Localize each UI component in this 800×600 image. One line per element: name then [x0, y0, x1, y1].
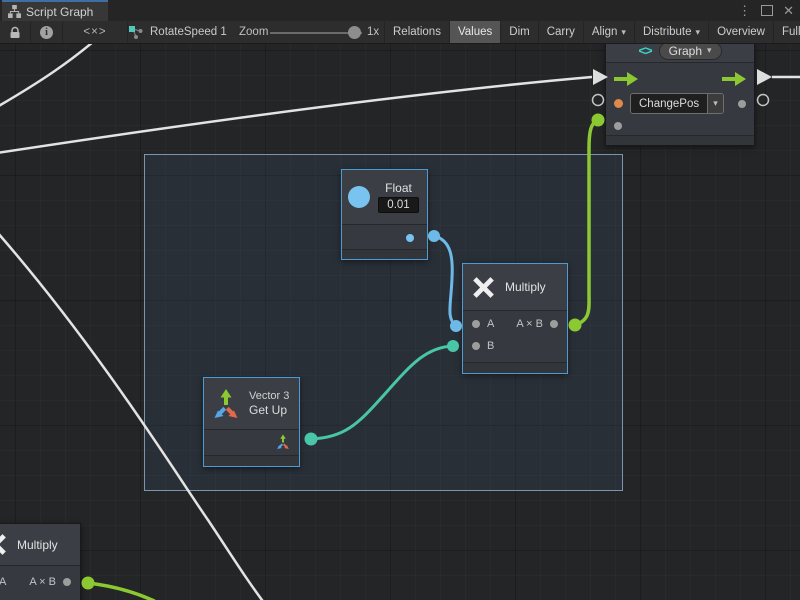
relations-button[interactable]: Relations [384, 21, 449, 43]
unity-script-graph-window: Script Graph ⋮ ✕ i <×> [0, 0, 800, 600]
wire-white-top-left [0, 44, 100, 107]
node-multiply-2[interactable]: Multiply A A × B [0, 523, 81, 600]
node-title: Multiply [17, 538, 58, 552]
port-label-axb: A × B [516, 318, 543, 330]
align-button[interactable]: Align▾ [583, 21, 634, 43]
zoom-value: 1x [367, 21, 379, 43]
node-kind-label: Vector 3 [249, 390, 289, 402]
code-preview-button[interactable]: <×> [63, 21, 128, 43]
zoom-slider-handle[interactable] [348, 26, 361, 39]
full-screen-button[interactable]: Full Screen [773, 21, 800, 43]
vector3-mini-icon[interactable] [275, 434, 291, 450]
empty-port-ring-right [758, 95, 769, 106]
multiply-output-port[interactable] [550, 320, 558, 328]
breadcrumb[interactable]: RotateSpeed 1 [128, 21, 227, 43]
tab-title: Script Graph [26, 5, 93, 19]
inspect-button[interactable]: i [31, 21, 63, 43]
info-icon: i [40, 26, 53, 39]
code-preview-icon: <×> [83, 26, 106, 38]
node-title: Float [385, 181, 412, 195]
node-title: Multiply [505, 280, 546, 294]
port-label-a: A [487, 318, 494, 330]
graph-brackets-icon: <> [638, 44, 651, 58]
chevron-down-icon: ▾ [621, 27, 626, 38]
node-graph[interactable]: <> Graph ▾ ChangePos ▾ [605, 44, 755, 146]
graph-dropdown[interactable]: Graph ▾ [659, 44, 722, 60]
node-float[interactable]: Float 0.01 [341, 169, 428, 260]
node-footer [606, 135, 754, 145]
tab-bar: Script Graph ⋮ ✕ [0, 0, 800, 21]
chevron-down-icon: ▾ [713, 98, 718, 109]
node-footer [204, 455, 299, 466]
float-type-icon [348, 186, 370, 208]
port-label-axb: A × B [29, 576, 56, 588]
zoom-label: Zoom [239, 21, 268, 43]
graph-canvas[interactable]: Float 0.01 Multiply A A × B [0, 44, 800, 600]
multiply-input-b-port[interactable] [472, 342, 480, 350]
node-vector3-get-up[interactable]: Vector 3 Get Up [203, 377, 300, 467]
changepos-dropdown[interactable]: ChangePos ▾ [630, 93, 724, 114]
wire-green-bottom [88, 583, 180, 600]
graph-input-port-2[interactable] [614, 122, 622, 130]
lock-icon [9, 26, 21, 39]
multiply2-output-port[interactable] [63, 578, 71, 586]
lock-button[interactable] [0, 21, 31, 43]
vector3-axes-icon [210, 388, 242, 420]
wire-end-ball [82, 577, 95, 590]
graph-toolbar: i <×> RotateSpeed 1 Zoom 1x Relations Va… [0, 21, 800, 44]
breadcrumb-label: RotateSpeed 1 [150, 26, 227, 38]
node-footer [342, 249, 427, 259]
node-footer [463, 362, 567, 373]
empty-port-ring-left [593, 95, 604, 106]
script-graph-asset-icon [128, 24, 144, 40]
multiply-icon [471, 275, 496, 300]
more-menu-icon[interactable]: ⋮ [738, 4, 751, 17]
distribute-button[interactable]: Distribute▾ [634, 21, 708, 43]
float-output-port[interactable] [406, 234, 414, 242]
graph-output-port[interactable] [738, 100, 746, 108]
multiply-icon [0, 532, 8, 557]
wire-white-to-graph-node [0, 77, 592, 153]
dim-button[interactable]: Dim [500, 21, 537, 43]
node-multiply[interactable]: Multiply A A × B B [462, 263, 568, 374]
port-label-a: A [0, 576, 6, 588]
chevron-down-icon: ▾ [707, 45, 712, 56]
maximize-icon[interactable] [761, 5, 773, 16]
control-input-arrow-icon[interactable] [614, 72, 638, 86]
graph-control-out-arrowhead [757, 69, 772, 85]
node-title: Get Up [249, 403, 287, 417]
port-label-b: B [487, 340, 494, 352]
multiply-input-a-port[interactable] [472, 320, 480, 328]
carry-button[interactable]: Carry [538, 21, 583, 43]
chevron-down-icon: ▾ [696, 27, 701, 38]
wire-end-ball [592, 114, 605, 127]
float-value-field[interactable]: 0.01 [378, 197, 418, 213]
graph-value-input-port[interactable] [614, 99, 623, 108]
values-button[interactable]: Values [449, 21, 500, 43]
tab-script-graph[interactable]: Script Graph [2, 2, 108, 21]
graph-hierarchy-icon [8, 5, 21, 18]
close-icon[interactable]: ✕ [783, 4, 794, 17]
control-output-arrow-icon[interactable] [722, 72, 746, 86]
overview-button[interactable]: Overview [708, 21, 773, 43]
changepos-value: ChangePos [631, 94, 707, 113]
